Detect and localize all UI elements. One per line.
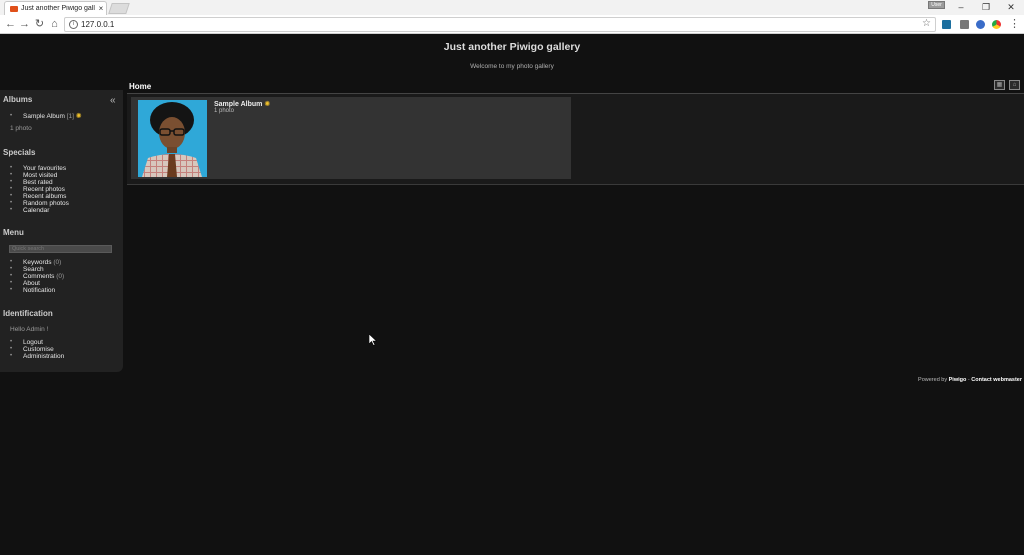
specials-item[interactable]: Recent albums (10, 193, 69, 200)
menu-item-comments[interactable]: Comments (0) (10, 273, 64, 280)
identification-list: Logout Customise Administration (10, 339, 64, 360)
chrome-extension-icon[interactable] (992, 20, 1001, 29)
restore-button[interactable]: ❐ (973, 0, 999, 14)
browser-tab[interactable]: Just another Piwigo gall × (4, 1, 107, 15)
album-count: [1] (66, 113, 74, 120)
flat-view-icon[interactable]: ⌂ (1009, 80, 1020, 90)
minimize-button[interactable]: – (948, 0, 974, 14)
site-subtitle: Welcome to my photo gallery (470, 63, 554, 70)
close-window-button[interactable]: ✕ (998, 0, 1024, 14)
menu-list: Keywords (0) Search Comments (0) About N… (10, 259, 64, 294)
greeting-text: Hello Admin ! (10, 326, 49, 333)
site-title[interactable]: Just another Piwigo gallery (0, 41, 1024, 53)
recent-star-icon: ✺ (264, 101, 271, 108)
album-card[interactable]: Sample Album ✺ 1 photo (131, 97, 571, 179)
extension-icon[interactable] (942, 20, 951, 29)
menu-item-notification[interactable]: Notification (10, 287, 64, 294)
mouse-cursor-icon (369, 334, 377, 346)
menu-heading: Menu (3, 228, 24, 237)
specials-item[interactable]: Best rated (10, 179, 69, 186)
specials-item[interactable]: Calendar (10, 207, 69, 214)
specials-item[interactable]: Recent photos (10, 186, 69, 193)
address-bar[interactable]: i 127.0.0.1 ☆ (64, 17, 936, 32)
browser-titlebar: Just another Piwigo gall × User – ❐ ✕ (0, 0, 1024, 15)
profile-badge[interactable]: User (928, 1, 945, 9)
sidebar-menu: Albums « Sample Album [1] ✺ 1 photo Spec… (0, 90, 123, 372)
menu-item-keywords[interactable]: Keywords (0) (10, 259, 64, 266)
reload-icon[interactable]: ↻ (33, 18, 46, 31)
logout-link[interactable]: Logout (10, 339, 64, 346)
forward-icon[interactable]: → (18, 18, 31, 31)
albums-heading[interactable]: Albums (3, 95, 32, 104)
recent-star-icon: ✺ (75, 113, 82, 120)
customise-link[interactable]: Customise (10, 346, 64, 353)
identification-heading: Identification (3, 309, 53, 318)
contact-webmaster-link[interactable]: Contact webmaster (971, 377, 1022, 383)
menu-item-about[interactable]: About (10, 280, 64, 287)
album-list-item[interactable]: Sample Album [1] ✺ (10, 113, 82, 120)
new-tab-button[interactable] (108, 3, 130, 14)
album-title[interactable]: Sample Album ✺ (214, 100, 270, 108)
album-thumbnail[interactable] (138, 100, 207, 177)
piwigo-favicon-icon (10, 5, 18, 12)
chrome-menu-icon[interactable]: ⋮ (1008, 18, 1021, 31)
albums-list: Sample Album [1] ✺ (10, 113, 82, 120)
page-title[interactable]: Home (129, 82, 151, 91)
album-link[interactable]: Sample Album (23, 113, 65, 120)
footer: Powered by Piwigo - Contact webmaster (918, 377, 1022, 383)
albums-summary: 1 photo (10, 125, 32, 132)
album-photo-count: 1 photo (214, 108, 235, 114)
browser-toolbar: ← → ↻ ⌂ i 127.0.0.1 ☆ ⋮ (0, 15, 1024, 34)
info-icon[interactable]: i (69, 20, 78, 29)
back-icon[interactable]: ← (4, 18, 17, 31)
calendar-view-icon[interactable]: ▦ (994, 80, 1005, 90)
tab-title: Just another Piwigo gall (21, 5, 95, 12)
piwigo-link[interactable]: Piwigo (949, 377, 967, 383)
extension-icon[interactable] (960, 20, 969, 29)
specials-heading: Specials (3, 148, 36, 157)
menu-item-search[interactable]: Search (10, 266, 64, 273)
home-icon[interactable]: ⌂ (48, 18, 61, 31)
collapse-menu-icon[interactable]: « (110, 95, 116, 106)
bookmark-star-icon[interactable]: ☆ (922, 18, 931, 29)
specials-item[interactable]: Most visited (10, 172, 69, 179)
specials-item[interactable]: Random photos (10, 200, 69, 207)
specials-item[interactable]: Your favourites (10, 165, 69, 172)
page: Just another Piwigo gallery Welcome to m… (0, 35, 1024, 555)
tab-close-icon[interactable]: × (96, 4, 106, 13)
quick-search-input[interactable] (9, 245, 112, 253)
specials-list: Your favourites Most visited Best rated … (10, 165, 69, 214)
url-text[interactable]: 127.0.0.1 (81, 19, 114, 31)
extension-icon[interactable] (976, 20, 985, 29)
administration-link[interactable]: Administration (10, 353, 64, 360)
